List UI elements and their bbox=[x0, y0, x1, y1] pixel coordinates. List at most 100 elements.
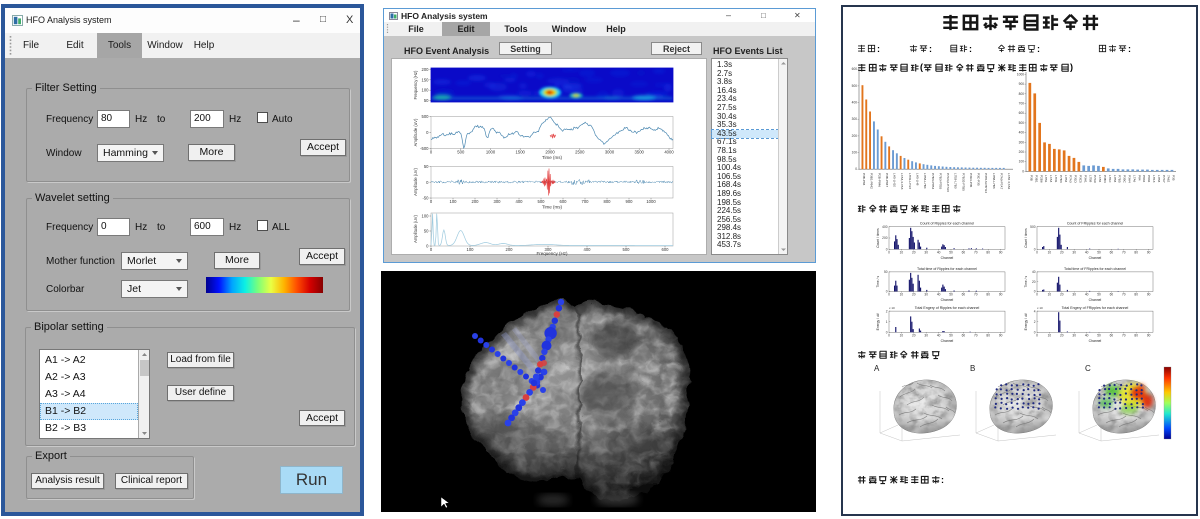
svg-text:P3B1-P842: P3B1-P842 bbox=[870, 173, 874, 189]
svg-text:2: 2 bbox=[1034, 320, 1036, 324]
svg-text:40: 40 bbox=[937, 334, 941, 338]
svg-text:L7B3-L7B4: L7B3-L7B4 bbox=[923, 173, 927, 189]
svg-text:20: 20 bbox=[912, 293, 916, 297]
svg-text:P3B4: P3B4 bbox=[1103, 175, 1107, 183]
svg-text:P3H1: P3H1 bbox=[1083, 175, 1087, 183]
svg-text:P31D: P31D bbox=[1074, 175, 1078, 184]
svg-text:400: 400 bbox=[516, 199, 524, 204]
svg-text:70: 70 bbox=[1122, 334, 1126, 338]
svg-text:L7B3: L7B3 bbox=[1157, 175, 1161, 183]
svg-text:P3H13-P3H14: P3H13-P3H14 bbox=[984, 173, 988, 193]
svg-text:90: 90 bbox=[999, 293, 1003, 297]
svg-text:400: 400 bbox=[1019, 131, 1025, 135]
svg-text:60: 60 bbox=[962, 293, 966, 297]
svg-text:1500: 1500 bbox=[516, 150, 526, 155]
svg-text:L7A5 4,7A6: L7A5 4,7A6 bbox=[1007, 173, 1011, 189]
svg-text:50: 50 bbox=[949, 334, 953, 338]
svg-text:P7A7: P7A7 bbox=[1162, 175, 1166, 183]
svg-text:P35C: P35C bbox=[1123, 175, 1127, 184]
svg-text:20: 20 bbox=[1060, 293, 1064, 297]
svg-text:0: 0 bbox=[430, 150, 433, 155]
svg-text:900: 900 bbox=[626, 199, 634, 204]
svg-text:LH31: LH31 bbox=[1054, 175, 1058, 183]
svg-text:LH31-LH13: LH31-LH13 bbox=[908, 173, 912, 189]
svg-text:0: 0 bbox=[888, 251, 890, 255]
svg-text:Time / s: Time / s bbox=[1024, 276, 1028, 288]
svg-text:0: 0 bbox=[430, 247, 433, 252]
svg-text:L7B3-L7B3: L7B3-L7B3 bbox=[954, 173, 958, 189]
svg-text:Channel: Channel bbox=[1089, 339, 1102, 343]
svg-text:50: 50 bbox=[949, 293, 953, 297]
svg-text:90: 90 bbox=[999, 251, 1003, 255]
svg-text:600: 600 bbox=[560, 199, 568, 204]
svg-text:100: 100 bbox=[422, 88, 430, 93]
svg-text:60: 60 bbox=[1110, 251, 1114, 255]
svg-text:800: 800 bbox=[604, 199, 612, 204]
svg-text:2000: 2000 bbox=[545, 150, 555, 155]
svg-text:0: 0 bbox=[1034, 290, 1036, 294]
svg-text:10: 10 bbox=[1048, 251, 1052, 255]
svg-text:200: 200 bbox=[472, 199, 480, 204]
svg-text:Total time of FRipples for eac: Total time of FRipples for each channel bbox=[1064, 267, 1126, 271]
svg-text:1: 1 bbox=[886, 320, 888, 324]
svg-text:0: 0 bbox=[886, 248, 888, 252]
svg-text:P842: P842 bbox=[1142, 175, 1146, 183]
svg-text:70: 70 bbox=[974, 334, 978, 338]
svg-text:300: 300 bbox=[852, 117, 858, 121]
svg-text:500: 500 bbox=[422, 114, 430, 119]
svg-text:Energy / uV: Energy / uV bbox=[876, 312, 880, 330]
svg-text:Channel: Channel bbox=[941, 298, 954, 302]
svg-text:50: 50 bbox=[884, 270, 888, 274]
svg-text:30: 30 bbox=[1072, 293, 1076, 297]
svg-text:0: 0 bbox=[426, 130, 429, 135]
svg-text:70: 70 bbox=[1122, 293, 1126, 297]
svg-text:1000: 1000 bbox=[1017, 72, 1024, 76]
svg-text:700: 700 bbox=[1019, 102, 1025, 106]
svg-text:90: 90 bbox=[1147, 293, 1151, 297]
svg-text:30: 30 bbox=[1072, 251, 1076, 255]
svg-text:0: 0 bbox=[855, 167, 857, 171]
svg-text:0: 0 bbox=[1036, 293, 1038, 297]
svg-text:30: 30 bbox=[924, 251, 928, 255]
svg-text:0: 0 bbox=[888, 334, 890, 338]
svg-text:30: 30 bbox=[1072, 334, 1076, 338]
svg-text:P35: P35 bbox=[1172, 175, 1176, 181]
svg-text:P7B3-P7B4: P7B3-P7B4 bbox=[931, 173, 935, 189]
svg-text:P31D-P35: P31D-P35 bbox=[969, 173, 973, 188]
svg-text:50: 50 bbox=[949, 251, 953, 255]
svg-text:80: 80 bbox=[986, 293, 990, 297]
svg-text:50: 50 bbox=[1097, 334, 1101, 338]
svg-text:40: 40 bbox=[1085, 251, 1089, 255]
svg-text:Count of Ripples for each chan: Count of Ripples for each channel bbox=[920, 222, 974, 226]
svg-text:2: 2 bbox=[886, 309, 888, 313]
svg-text:500: 500 bbox=[457, 150, 465, 155]
svg-text:50: 50 bbox=[1097, 251, 1101, 255]
svg-text:10: 10 bbox=[900, 251, 904, 255]
svg-text:0: 0 bbox=[1034, 248, 1036, 252]
svg-text:400: 400 bbox=[584, 247, 592, 252]
svg-text:Channel: Channel bbox=[941, 339, 954, 343]
svg-text:L7B8-L7B3: L7B8-L7B3 bbox=[992, 173, 996, 189]
svg-text:20: 20 bbox=[912, 334, 916, 338]
svg-text:Time (ms): Time (ms) bbox=[542, 205, 563, 210]
svg-text:500: 500 bbox=[1019, 121, 1025, 125]
svg-text:Energy / uV: Energy / uV bbox=[1024, 312, 1028, 330]
svg-text:70: 70 bbox=[974, 251, 978, 255]
svg-text:L7A3: L7A3 bbox=[1049, 175, 1053, 183]
svg-text:L7B8: L7B8 bbox=[1088, 175, 1092, 183]
svg-text:4000: 4000 bbox=[664, 150, 674, 155]
svg-text:P3B-P847: P3B-P847 bbox=[885, 173, 889, 187]
svg-text:70: 70 bbox=[974, 293, 978, 297]
svg-text:P84: P84 bbox=[1137, 175, 1141, 181]
svg-text:Amplitude (uV): Amplitude (uV) bbox=[413, 215, 418, 243]
svg-text:500: 500 bbox=[852, 84, 858, 88]
svg-text:500: 500 bbox=[538, 199, 546, 204]
svg-text:L7A3,4-7A3: L7A3,4-7A3 bbox=[900, 173, 904, 190]
svg-text:40: 40 bbox=[1085, 334, 1089, 338]
svg-text:P3C-P35: P3C-P35 bbox=[977, 173, 981, 186]
svg-text:300: 300 bbox=[494, 199, 502, 204]
svg-text:150: 150 bbox=[422, 77, 430, 82]
svg-text:P7A9: P7A9 bbox=[1093, 175, 1097, 183]
svg-text:900: 900 bbox=[1019, 82, 1025, 86]
svg-text:P846: P846 bbox=[1147, 175, 1151, 183]
